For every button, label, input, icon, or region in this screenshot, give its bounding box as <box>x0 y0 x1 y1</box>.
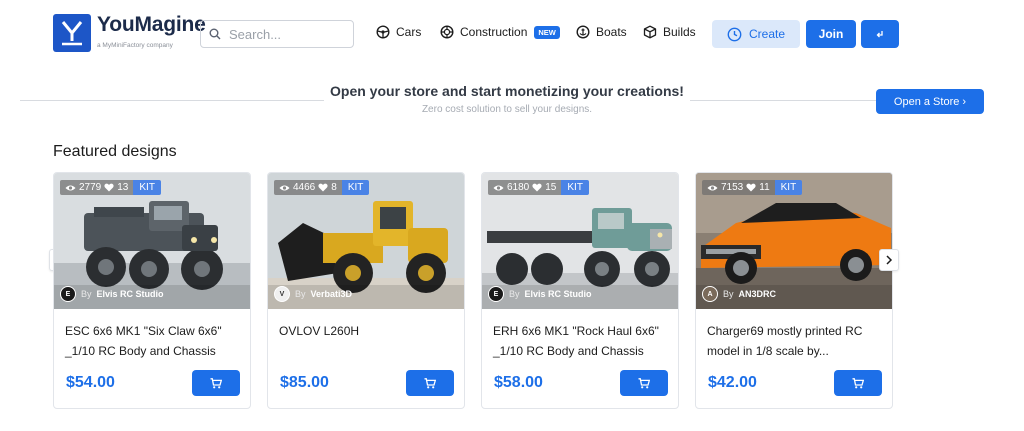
banner-divider-right <box>690 100 876 101</box>
kit-badge: KIT <box>341 180 370 195</box>
nav-cars[interactable]: Cars <box>376 25 421 39</box>
login-button[interactable] <box>861 20 899 48</box>
nav-cars-label: Cars <box>396 25 422 39</box>
search-box[interactable] <box>200 20 354 48</box>
nav-builds[interactable]: Builds <box>643 25 696 39</box>
heart-icon <box>318 183 328 192</box>
card-author[interactable]: E By Elvis RC Studio <box>488 286 592 302</box>
steering-wheel-icon <box>376 25 390 39</box>
author-name[interactable]: AN3DRC <box>739 289 777 299</box>
add-to-cart-button[interactable] <box>620 370 668 396</box>
banner-divider-left <box>20 100 324 101</box>
featured-title: Featured designs <box>53 143 177 160</box>
store-banner-title: Open your store and start monetizing you… <box>330 83 684 99</box>
avatar: A <box>702 286 718 302</box>
design-price: $54.00 <box>66 374 115 391</box>
avatar: V <box>274 286 290 302</box>
design-card[interactable]: 6180 15 KIT E By Elvis RC Studio ERH 6x6… <box>481 172 679 409</box>
cart-icon <box>424 377 436 388</box>
brand-name[interactable]: YouMagine <box>97 13 206 37</box>
likes-count: 11 <box>759 182 770 193</box>
avatar: E <box>488 286 504 302</box>
card-author[interactable]: E By Elvis RC Studio <box>60 286 164 302</box>
youmagine-logo-icon[interactable] <box>53 14 91 52</box>
add-to-cart-button[interactable] <box>834 370 882 396</box>
author-by-label: By <box>295 289 306 299</box>
eye-icon <box>707 185 718 190</box>
design-title[interactable]: OVLOV L260H <box>279 321 459 341</box>
cart-icon <box>210 377 222 388</box>
gear-wheel-icon <box>440 25 454 39</box>
avatar: E <box>60 286 76 302</box>
create-icon <box>727 27 742 41</box>
author-by-label: By <box>81 289 92 299</box>
card-author[interactable]: A By AN3DRC <box>702 286 776 302</box>
search-icon <box>209 28 221 40</box>
card-author[interactable]: V By Verbati3D <box>274 286 352 302</box>
heart-icon <box>746 183 756 192</box>
heart-icon <box>104 183 114 192</box>
eye-icon <box>279 185 290 190</box>
design-card[interactable]: 4466 8 KIT V By Verbati3D OVLOV L260H $8… <box>267 172 465 409</box>
eye-icon <box>65 185 76 190</box>
design-title[interactable]: ERH 6x6 MK1 "Rock Haul 6x6" _1/10 RC Bod… <box>493 321 673 361</box>
top-header: YouMagine a MyMiniFactory company Cars C… <box>0 0 1024 68</box>
design-price: $58.00 <box>494 374 543 391</box>
kit-badge: KIT <box>133 180 161 195</box>
eye-icon <box>493 185 504 190</box>
likes-count: 8 <box>331 182 337 193</box>
author-by-label: By <box>509 289 520 299</box>
join-button[interactable]: Join <box>806 20 856 48</box>
design-price: $42.00 <box>708 374 757 391</box>
card-stats: 6180 15 KIT <box>488 180 589 195</box>
login-arrow-icon <box>876 31 883 38</box>
card-stats: 4466 8 KIT <box>274 180 370 195</box>
add-to-cart-button[interactable] <box>192 370 240 396</box>
open-store-button[interactable]: Open a Store › <box>876 89 984 114</box>
nav-boats-label: Boats <box>596 25 627 39</box>
views-count: 2779 <box>79 182 102 193</box>
views-count: 6180 <box>507 182 530 193</box>
views-count: 7153 <box>721 182 744 193</box>
new-badge: NEW <box>534 25 560 39</box>
card-stats: 2779 13 KIT <box>60 180 161 195</box>
card-stats: 7153 11 KIT <box>702 180 803 195</box>
store-banner-subtitle: Zero cost solution to sell your designs. <box>421 104 593 115</box>
nav-construction[interactable]: Construction NEW <box>440 25 560 39</box>
chevron-right-icon <box>886 255 893 265</box>
create-button[interactable]: Create <box>712 20 800 48</box>
carousel-next-button[interactable] <box>879 249 899 271</box>
nav-boats[interactable]: Boats <box>576 25 627 39</box>
views-count: 4466 <box>293 182 316 193</box>
kit-badge: KIT <box>774 180 803 195</box>
likes-count: 15 <box>545 182 557 193</box>
add-to-cart-button[interactable] <box>406 370 454 396</box>
search-input[interactable] <box>229 26 339 42</box>
anchor-icon <box>576 25 590 39</box>
nav-construction-label: Construction <box>460 25 528 39</box>
author-name[interactable]: Elvis RC Studio <box>525 289 592 299</box>
design-card[interactable]: 2779 13 KIT E By Elvis RC Studio ESC 6x6… <box>53 172 251 409</box>
cart-icon <box>852 377 864 388</box>
heart-icon <box>532 183 542 192</box>
author-name[interactable]: Elvis RC Studio <box>97 289 164 299</box>
create-label: Create <box>748 27 786 41</box>
author-name[interactable]: Verbati3D <box>311 289 353 299</box>
design-title[interactable]: ESC 6x6 MK1 "Six Claw 6x6" _1/10 RC Body… <box>65 321 245 361</box>
design-price: $85.00 <box>280 374 329 391</box>
nav-builds-label: Builds <box>663 25 696 39</box>
cube-icon <box>643 25 657 39</box>
brand-tagline: a MyMiniFactory company <box>97 42 173 49</box>
design-title[interactable]: Charger69 mostly printed RC model in 1/8… <box>707 321 887 361</box>
cart-icon <box>638 377 650 388</box>
likes-count: 13 <box>117 182 129 193</box>
kit-badge: KIT <box>561 180 589 195</box>
author-by-label: By <box>723 289 734 299</box>
design-card[interactable]: 7153 11 KIT A By AN3DRC Charger69 mostly… <box>695 172 893 409</box>
